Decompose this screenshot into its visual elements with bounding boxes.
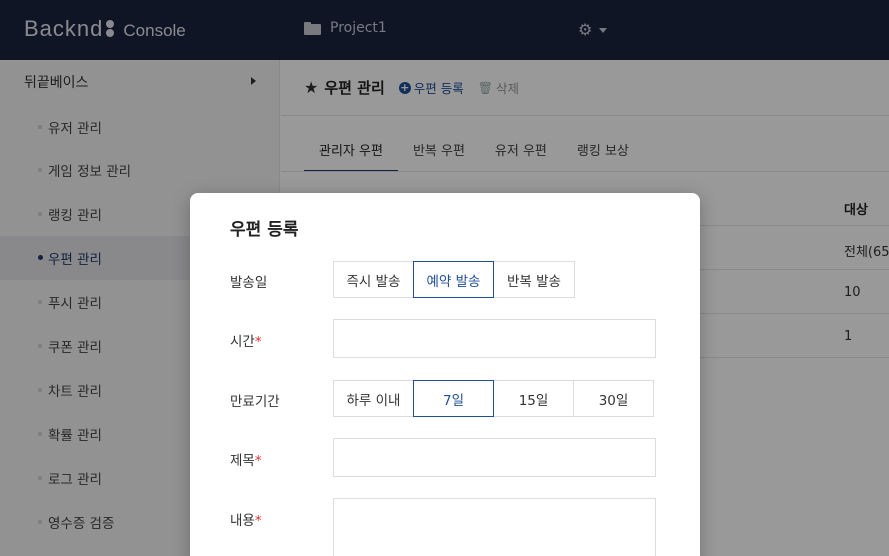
content-textarea[interactable] xyxy=(333,498,656,556)
expiry-15-days-button[interactable]: 15일 xyxy=(493,380,574,417)
subject-label: 제목* xyxy=(230,453,262,469)
send-date-label: 발송일 xyxy=(230,275,268,291)
expiry-label: 만료기간 xyxy=(230,394,280,410)
send-repeat-button[interactable]: 반복 발송 xyxy=(493,261,575,298)
expiry-one-day-button[interactable]: 하루 이내 xyxy=(333,380,414,417)
expiry-7-days-button[interactable]: 7일 xyxy=(413,380,494,417)
time-label: 시간* xyxy=(230,334,262,350)
send-scheduled-button[interactable]: 예약 발송 xyxy=(413,261,494,298)
expiry-options: 하루 이내 7일 15일 30일 xyxy=(333,380,654,417)
mail-register-modal: 우편 등록 발송일 즉시 발송 예약 발송 반복 발송 시간* 만료기간 하루 … xyxy=(190,193,700,556)
subject-input[interactable] xyxy=(333,438,656,477)
send-immediate-button[interactable]: 즉시 발송 xyxy=(333,261,414,298)
expiry-30-days-button[interactable]: 30일 xyxy=(573,380,654,417)
modal-title: 우편 등록 xyxy=(230,220,299,240)
time-input[interactable] xyxy=(333,319,656,358)
send-date-options: 즉시 발송 예약 발송 반복 발송 xyxy=(333,261,575,298)
content-label: 내용* xyxy=(230,513,262,529)
